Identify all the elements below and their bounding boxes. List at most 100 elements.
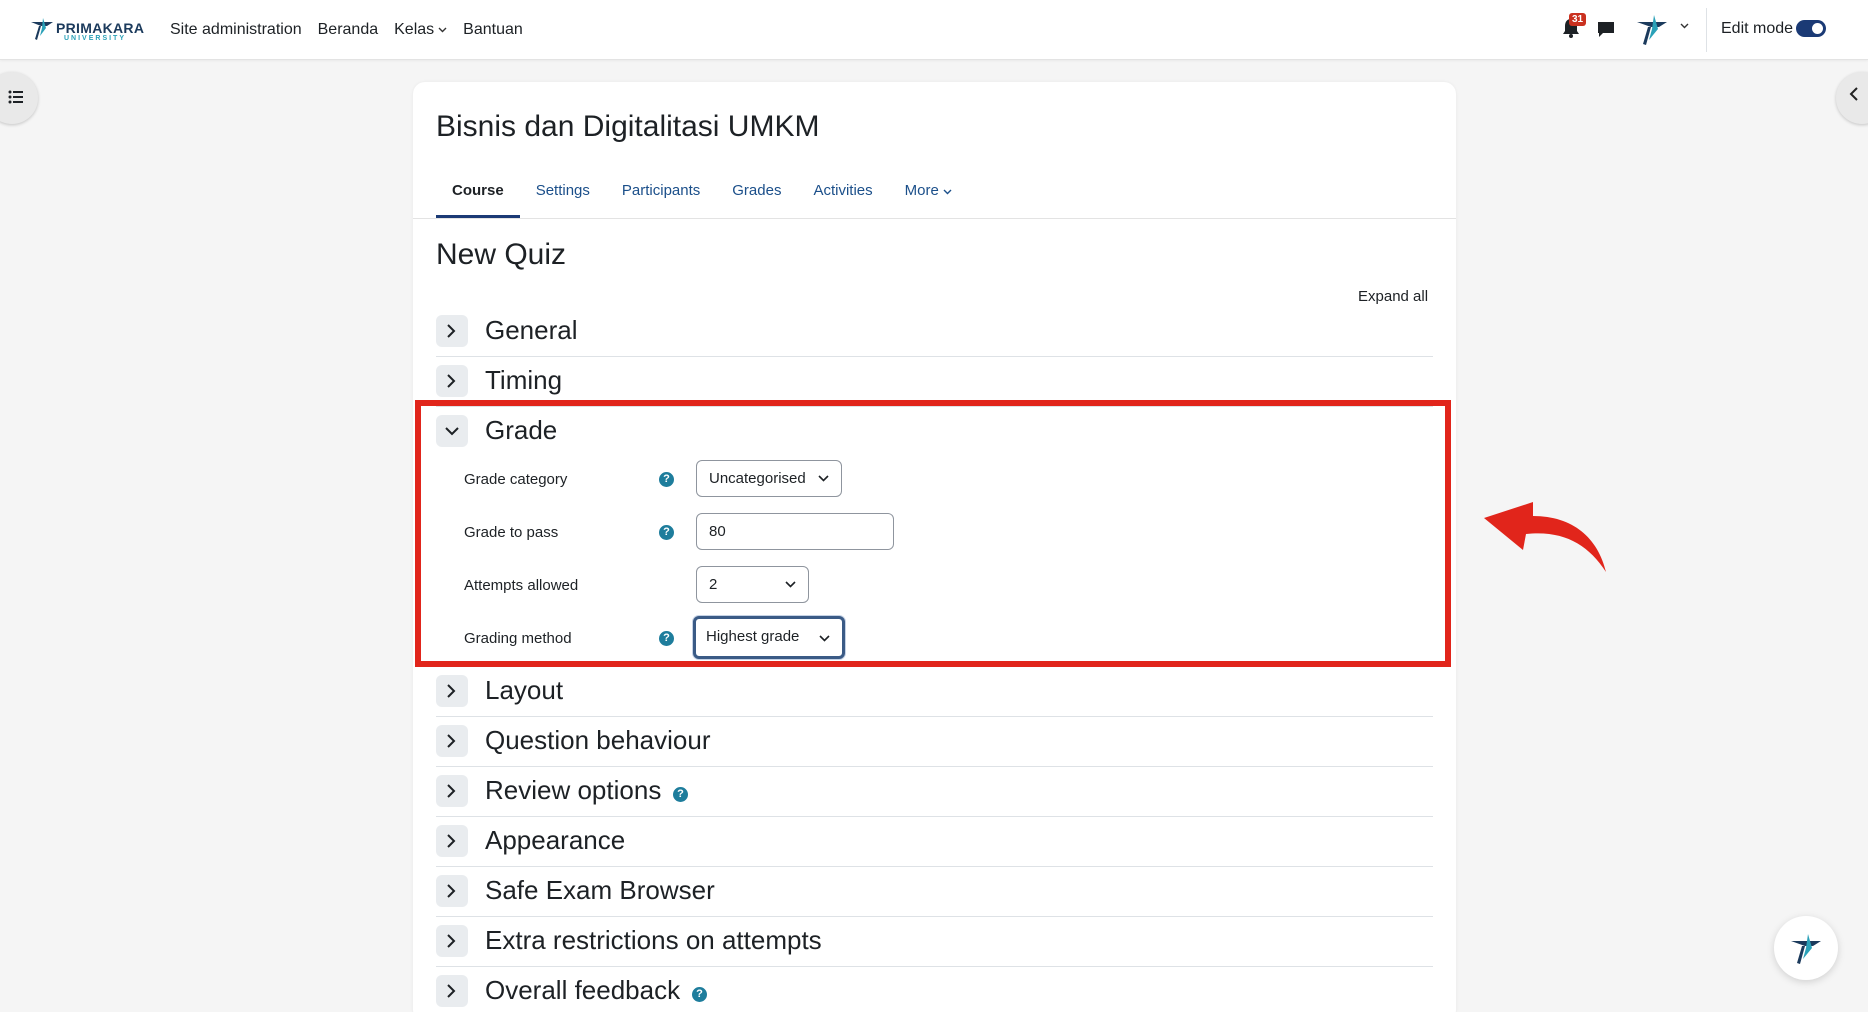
- tab-grades[interactable]: Grades: [716, 166, 797, 218]
- section-overall-feedback: Overall feedback ?: [436, 967, 1433, 1012]
- top-navbar: PRIMAKARA UNIVERSITY Site administration…: [0, 0, 1868, 60]
- tab-participants[interactable]: Participants: [606, 166, 716, 218]
- block-drawer-toggle[interactable]: [1836, 72, 1868, 124]
- section-title: Question behaviour: [485, 725, 711, 755]
- section-title: Safe Exam Browser: [485, 875, 715, 905]
- section-expand-button[interactable]: [436, 975, 468, 1007]
- chevron-right-icon: [447, 324, 456, 338]
- chevron-down-icon: [943, 189, 952, 195]
- tabs-divider: [413, 218, 1456, 219]
- attempts-allowed-select[interactable]: 2: [696, 566, 809, 603]
- chevron-right-icon: [447, 784, 456, 798]
- section-timing: Timing: [436, 357, 1433, 407]
- chevron-left-icon: [1849, 87, 1858, 101]
- nav-beranda[interactable]: Beranda: [310, 21, 387, 39]
- form-row-grade-to-pass: Grade to pass ?: [436, 513, 1433, 553]
- nav-site-administration[interactable]: Site administration: [162, 21, 310, 39]
- primakara-logo[interactable]: PRIMAKARA UNIVERSITY: [28, 14, 144, 44]
- section-layout: Layout: [436, 667, 1433, 717]
- section-safe-exam-browser: Safe Exam Browser: [436, 867, 1433, 917]
- chevron-right-icon: [447, 734, 456, 748]
- grade-to-pass-input[interactable]: [696, 513, 894, 550]
- nav-label: Beranda: [317, 21, 379, 38]
- chevron-right-icon: [447, 834, 456, 848]
- chevron-down-icon: [785, 581, 796, 588]
- section-expand-button[interactable]: [436, 925, 468, 957]
- edit-mode-label: Edit mode: [1721, 20, 1794, 37]
- tab-activities[interactable]: Activities: [797, 166, 888, 218]
- notification-count-badge: 31: [1569, 13, 1587, 26]
- nav-label: Kelas: [394, 21, 435, 38]
- help-icon[interactable]: ?: [673, 787, 688, 802]
- section-question-behaviour: Question behaviour: [436, 717, 1433, 767]
- chevron-down-icon: [445, 427, 459, 436]
- floating-help-button[interactable]: [1774, 916, 1838, 980]
- chevron-right-icon: [447, 374, 456, 388]
- primary-navigation: Site administration Beranda Kelas Bantua…: [162, 0, 531, 60]
- section-expand-button[interactable]: [436, 875, 468, 907]
- nav-bantuan[interactable]: Bantuan: [455, 21, 531, 39]
- section-review-options: Review options ?: [436, 767, 1433, 817]
- tab-more[interactable]: More: [889, 166, 968, 218]
- select-value: Uncategorised: [709, 470, 806, 487]
- chevron-down-icon: [819, 635, 830, 642]
- logo-mark-icon: [31, 18, 53, 40]
- list-icon: [8, 90, 23, 104]
- section-expand-button[interactable]: [436, 675, 468, 707]
- help-icon[interactable]: ?: [692, 987, 707, 1002]
- section-collapse-button[interactable]: [436, 415, 468, 447]
- chevron-right-icon: [447, 984, 456, 998]
- section-appearance: Appearance: [436, 817, 1433, 867]
- primakara-logo-icon: [1791, 934, 1821, 964]
- section-expand-button[interactable]: [436, 825, 468, 857]
- help-icon[interactable]: ?: [659, 631, 674, 646]
- user-avatar-logo-icon: [1637, 15, 1667, 45]
- section-title: Overall feedback: [485, 975, 681, 1005]
- grading-method-select[interactable]: Highest grade: [693, 616, 845, 659]
- page-heading: New Quiz: [436, 238, 567, 271]
- select-value: 2: [709, 576, 718, 593]
- expand-all-link[interactable]: Expand all: [1358, 288, 1428, 305]
- toggle-knob: [1812, 23, 1823, 34]
- select-value: Highest grade: [706, 628, 800, 645]
- help-icon[interactable]: ?: [659, 472, 674, 487]
- grading-method-label: Grading method: [464, 630, 572, 647]
- edit-mode-toggle[interactable]: [1796, 20, 1826, 37]
- grade-to-pass-label: Grade to pass: [464, 524, 559, 541]
- tab-course[interactable]: Course: [436, 166, 520, 218]
- logo-sub-text: UNIVERSITY: [64, 35, 127, 42]
- section-expand-button[interactable]: [436, 725, 468, 757]
- section-extra-restrictions: Extra restrictions on attempts: [436, 917, 1433, 967]
- course-index-drawer-toggle[interactable]: [0, 72, 38, 124]
- chevron-down-icon: [438, 27, 447, 33]
- nav-kelas[interactable]: Kelas: [386, 21, 455, 39]
- form-row-grade-category: Grade category ? Uncategorised: [436, 460, 1433, 500]
- form-row-attempts-allowed: Attempts allowed 2: [436, 566, 1433, 606]
- section-expand-button[interactable]: [436, 315, 468, 347]
- section-expand-button[interactable]: [436, 365, 468, 397]
- annotation-curved-arrow-icon: [1484, 502, 1606, 572]
- section-title: General: [485, 315, 578, 345]
- grade-category-label: Grade category: [464, 471, 568, 488]
- tab-settings[interactable]: Settings: [520, 166, 606, 218]
- nav-divider: [1706, 8, 1707, 52]
- section-title: Layout: [485, 675, 564, 705]
- grade-category-select[interactable]: Uncategorised: [696, 460, 842, 497]
- section-title: Timing: [485, 365, 563, 395]
- main-content-card: Bisnis dan Digitalitasi UMKM Course Sett…: [413, 82, 1456, 1012]
- chevron-right-icon: [447, 684, 456, 698]
- messages-icon[interactable]: [1596, 19, 1616, 39]
- section-title: Appearance: [485, 825, 626, 855]
- help-icon[interactable]: ?: [659, 525, 674, 540]
- section-expand-button[interactable]: [436, 775, 468, 807]
- course-title: Bisnis dan Digitalitasi UMKM: [436, 110, 820, 143]
- user-menu[interactable]: [1634, 11, 1694, 47]
- section-grade: Grade Grade category ? Uncategorised Gra…: [436, 407, 1433, 667]
- section-general: General: [436, 307, 1433, 357]
- chevron-down-icon: [1680, 23, 1689, 29]
- section-title: Extra restrictions on attempts: [485, 925, 822, 955]
- logo-brand-text: PRIMAKARA: [56, 20, 145, 36]
- nav-label: Bantuan: [463, 21, 523, 38]
- chevron-down-icon: [818, 475, 829, 482]
- tab-more-label: More: [904, 182, 939, 199]
